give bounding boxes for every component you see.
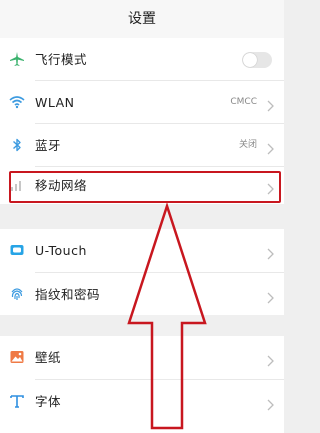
- annotation-arrow: [127, 201, 207, 430]
